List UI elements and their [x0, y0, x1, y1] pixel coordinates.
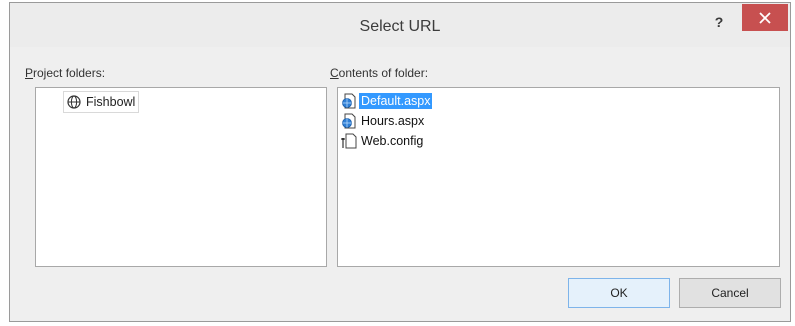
dialog-title: Select URL — [359, 18, 441, 35]
close-button[interactable] — [742, 4, 788, 31]
aspx-page-icon — [341, 93, 357, 109]
cancel-button[interactable]: Cancel — [679, 278, 781, 308]
help-button[interactable]: ? — [707, 11, 731, 35]
config-file-icon — [341, 133, 357, 149]
select-url-dialog: Select URL ? Project folders: Fishbowl C… — [9, 2, 791, 322]
aspx-page-icon — [341, 113, 357, 129]
ok-button[interactable]: OK — [568, 278, 670, 308]
project-folders-label-text: roject folders: — [33, 66, 106, 80]
project-folders-mnemonic: P — [25, 66, 34, 80]
project-folders-label: Project folders: — [25, 66, 105, 80]
contents-list[interactable]: Default.aspx Hours.aspx Web.config — [337, 87, 780, 267]
file-item-label: Hours.aspx — [361, 113, 425, 128]
globe-icon — [67, 95, 81, 109]
file-item-label: Web.config — [361, 133, 424, 148]
file-item-hours-aspx[interactable]: Hours.aspx — [341, 111, 426, 130]
contents-label-text: ontents of folder: — [338, 66, 429, 80]
contents-of-folder-label: Contents of folder: — [330, 66, 428, 80]
tree-item-fishbowl[interactable]: Fishbowl — [63, 91, 140, 113]
tree-item-label: Fishbowl — [86, 95, 136, 109]
file-item-web-config[interactable]: Web.config — [341, 131, 425, 150]
contents-mnemonic: C — [330, 66, 339, 80]
project-folders-tree[interactable]: Fishbowl — [35, 87, 327, 267]
file-item-label: Default.aspx — [359, 92, 433, 109]
title-bar[interactable]: Select URL ? — [10, 3, 790, 47]
file-item-default-aspx[interactable]: Default.aspx — [341, 91, 433, 110]
close-icon — [759, 12, 771, 24]
